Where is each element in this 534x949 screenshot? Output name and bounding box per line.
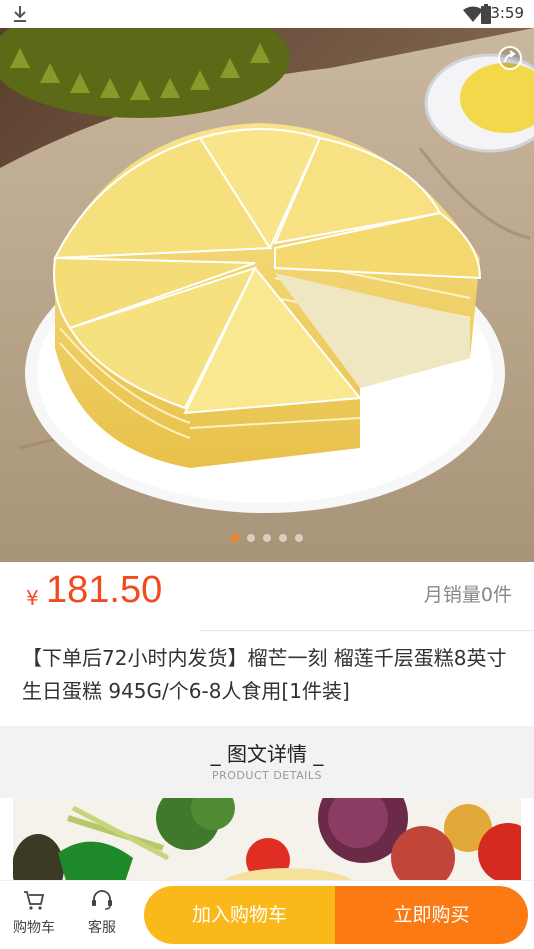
purchase-actions: 加入购物车 立即购买 bbox=[144, 886, 528, 944]
service-label: 客服 bbox=[88, 920, 116, 936]
cart-label: 购物车 bbox=[13, 920, 55, 936]
add-to-cart-button[interactable]: 加入购物车 bbox=[144, 886, 335, 944]
carousel-dot[interactable] bbox=[231, 534, 239, 542]
carousel-dot[interactable] bbox=[263, 534, 271, 542]
download-icon bbox=[12, 4, 28, 28]
wifi-icon bbox=[463, 6, 483, 26]
status-time: 3:59 bbox=[490, 4, 524, 22]
details-subtitle: PRODUCT DETAILS bbox=[211, 769, 323, 782]
product-image-carousel[interactable] bbox=[0, 28, 534, 562]
customer-service-button[interactable]: 客服 bbox=[72, 889, 132, 937]
carousel-dot[interactable] bbox=[279, 534, 287, 542]
product-price: 181.50 bbox=[46, 569, 163, 611]
buy-now-button[interactable]: 立即购买 bbox=[335, 886, 528, 944]
carousel-indicator bbox=[0, 534, 534, 542]
detail-image bbox=[13, 798, 521, 888]
divider bbox=[200, 630, 534, 631]
details-section-header: _ 图文详情 _ PRODUCT DETAILS bbox=[0, 726, 534, 798]
details-title: _ 图文详情 _ bbox=[210, 742, 324, 766]
monthly-sales: 月销量0件 bbox=[423, 584, 512, 606]
durian-crepe-cake-photo bbox=[0, 28, 534, 562]
headset-icon bbox=[90, 890, 114, 915]
cart-icon bbox=[22, 891, 46, 915]
product-title: 【下单后72小时内发货】榴芒一刻 榴莲千层蛋糕8英寸 生日蛋糕 945G/个6-… bbox=[22, 646, 507, 703]
currency-symbol: ¥ bbox=[26, 586, 39, 610]
share-icon[interactable] bbox=[496, 44, 524, 72]
status-bar: 3:59 bbox=[0, 0, 534, 28]
bottom-action-bar: 购物车 客服 加入购物车 立即购买 bbox=[0, 880, 534, 949]
cart-nav-button[interactable]: 购物车 bbox=[4, 889, 64, 937]
carousel-dot[interactable] bbox=[247, 534, 255, 542]
carousel-dot[interactable] bbox=[295, 534, 303, 542]
price-row: ¥ 181.50 月销量0件 bbox=[0, 562, 534, 630]
